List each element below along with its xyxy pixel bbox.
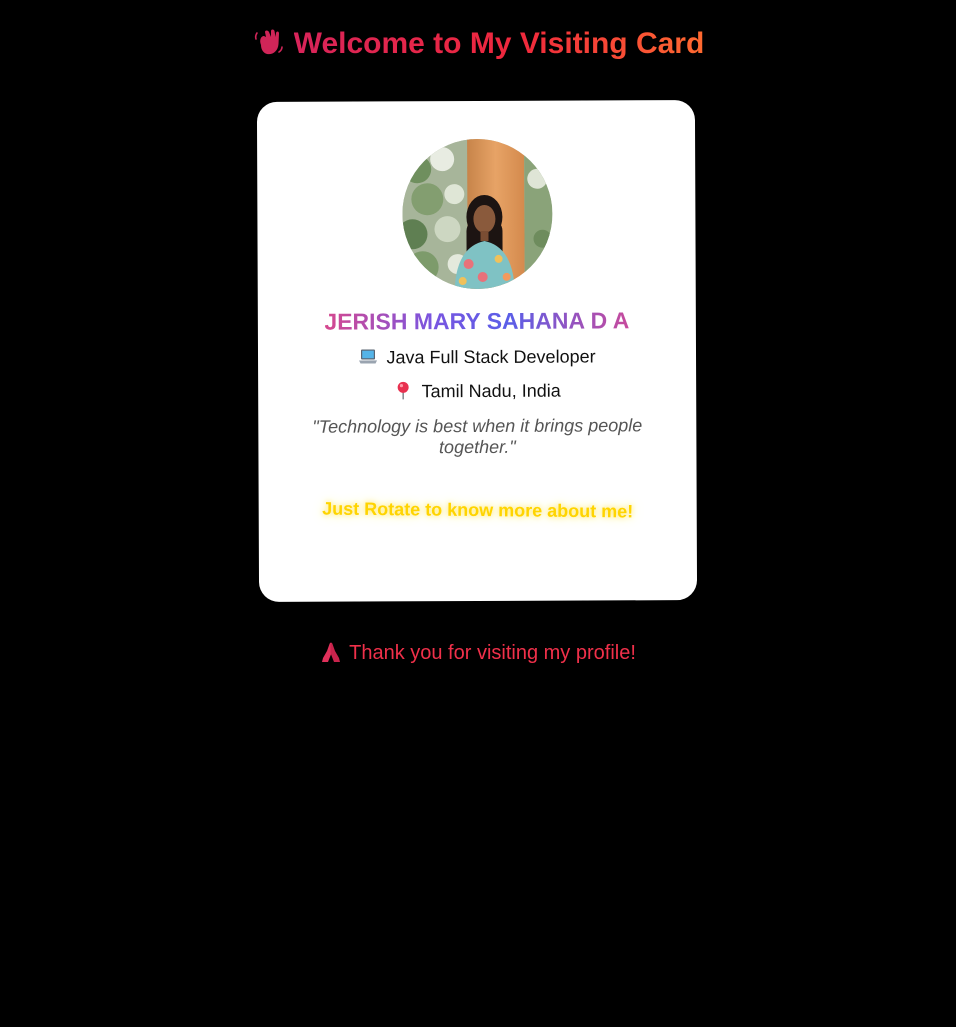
pin-icon [394, 380, 414, 400]
thank-you-text: Thank you for visiting my profile! [349, 642, 636, 664]
page-title: Welcome to My Visiting Card [0, 24, 956, 64]
role-text: Java Full Stack Developer [386, 346, 596, 368]
praying-hands-icon [320, 641, 342, 663]
visiting-card[interactable]: JERISH MARY SAHANA D A Java Full Stack D… [256, 100, 698, 602]
role-line: Java Full Stack Developer [258, 344, 696, 370]
page-title-text: Welcome to My Visiting Card [293, 27, 705, 60]
quote-text: "Technology is best when it brings peopl… [312, 415, 643, 458]
waving-hand-icon [252, 25, 286, 59]
laptop-icon [358, 346, 378, 366]
rotate-hint[interactable]: Just Rotate to know more about me! [259, 496, 697, 524]
thank-you-message: Thank you for visiting my profile! [0, 640, 956, 666]
person-name: JERISH MARY SAHANA D A [324, 307, 630, 335]
location-text: Tamil Nadu, India [421, 380, 561, 402]
profile-photo [402, 138, 553, 290]
location-line: Tamil Nadu, India [258, 378, 696, 404]
